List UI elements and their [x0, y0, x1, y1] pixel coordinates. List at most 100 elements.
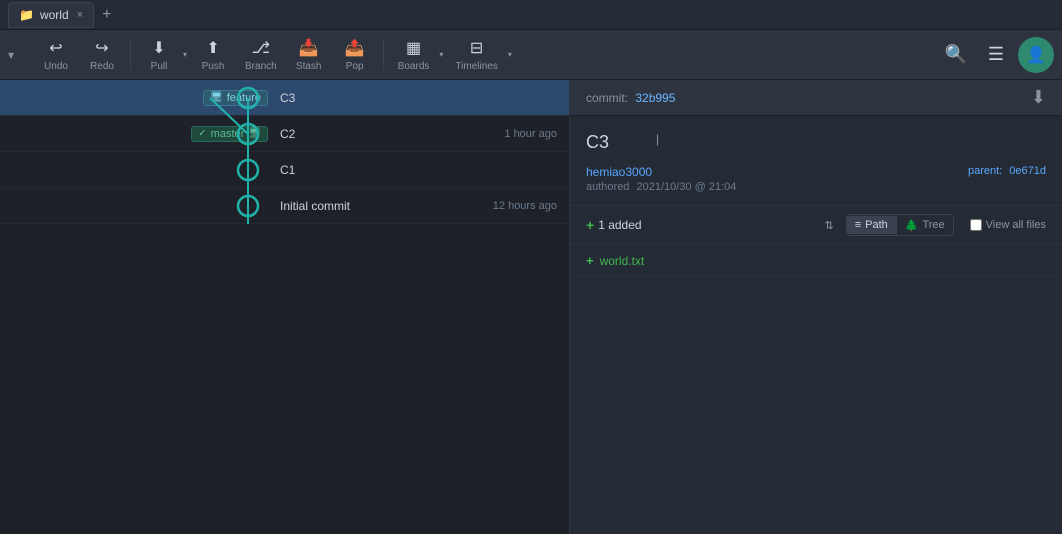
authored-label: authored [586, 181, 629, 193]
path-list-icon: ≡ [855, 219, 861, 231]
push-label: Push [202, 61, 225, 72]
commit-detail: | C3 hemiao3000 authored 2021/10/30 @ 21… [570, 116, 1062, 206]
feature-branch-label[interactable]: 🖥 feature [203, 90, 268, 106]
commit-row-c2[interactable]: ✓ master 🖥 C2 1 hour ago [0, 116, 569, 152]
branch-icon: ⎇ [252, 38, 270, 58]
git-graph-container: 🖥 feature C3 ✓ master 🖥 [0, 80, 569, 534]
master-branch-label[interactable]: ✓ master 🖥 [191, 126, 268, 142]
main-content: 🖥 feature C3 ✓ master 🖥 [0, 80, 1062, 534]
redo-icon: ↪ [95, 38, 108, 58]
commit-time-c2: 1 hour ago [504, 128, 557, 140]
left-panel: 🖥 feature C3 ✓ master 🖥 [0, 80, 570, 534]
file-list: + world.txt [570, 245, 1062, 277]
pull-dropdown-arrow[interactable]: ▾ [181, 33, 189, 77]
commit-meta: hemiao3000 authored 2021/10/30 @ 21:04 p… [586, 165, 1046, 193]
branch-computer-icon: 🖥 [210, 92, 223, 103]
tree-label: Tree [922, 219, 944, 231]
right-panel: commit: 32b995 ⬇ | C3 hemiao3000 authore… [570, 80, 1062, 534]
path-view-button[interactable]: ≡ Path [847, 216, 896, 234]
master-label-text: master [211, 128, 245, 140]
boards-icon: ▦ [406, 38, 421, 58]
pull-label: Pull [151, 61, 168, 72]
undo-icon: ↩ [49, 38, 62, 58]
commit-label-text: commit: [586, 91, 628, 105]
boards-button[interactable]: ▦ Boards [390, 33, 438, 77]
tab-title: world [40, 8, 69, 22]
timelines-dropdown-arrow[interactable]: ▾ [506, 33, 514, 77]
view-toggle: ≡ Path 🌲 Tree [846, 214, 954, 236]
search-icon: 🔍 [945, 44, 967, 65]
avatar-button[interactable]: 👤 [1018, 37, 1054, 73]
divider-2 [383, 40, 384, 70]
commit-title-area: | C3 [586, 132, 1046, 153]
commit-row-initial[interactable]: Initial commit 12 hours ago [0, 188, 569, 224]
branch-button[interactable]: ⎇ Branch [237, 33, 285, 77]
commit-parent: parent: 0e671d [968, 165, 1046, 177]
files-header: + 1 added ⇅ ≡ Path 🌲 Tree View all file [570, 206, 1062, 245]
commit-row-c1[interactable]: C1 [0, 152, 569, 188]
checkmark-icon: ✓ [198, 128, 206, 139]
pull-button[interactable]: ⬇ Pull [137, 33, 181, 77]
commit-message-c2: C2 [280, 127, 496, 141]
boards-group: ▦ Boards ▾ [390, 33, 446, 77]
timelines-icon: ⊟ [470, 38, 483, 58]
pull-icon: ⬇ [152, 38, 165, 58]
pull-group: ⬇ Pull ▾ [137, 33, 189, 77]
download-button[interactable]: ⬇ [1031, 87, 1046, 108]
title-bar: 📁 world × + [0, 0, 1062, 30]
branch-label: Branch [245, 61, 277, 72]
sort-button[interactable]: ⇅ [820, 217, 837, 234]
toolbar: ▾ ↩ Undo ↪ Redo ⬇ Pull ▾ ⬆ Push ⎇ Branch… [0, 30, 1062, 80]
timelines-label: Timelines [455, 61, 497, 72]
avatar-icon: 👤 [1026, 45, 1046, 65]
undo-label: Undo [44, 61, 68, 72]
commit-hash-value: 32b995 [635, 91, 675, 105]
file-added-icon: + [586, 253, 594, 268]
master-computer-icon: 🖥 [248, 128, 261, 139]
chevron-down-icon: ▾ [8, 48, 14, 62]
menu-icon: ☰ [988, 44, 1004, 65]
path-label: Path [865, 219, 888, 231]
push-button[interactable]: ⬆ Push [191, 33, 235, 77]
tree-view-button[interactable]: 🌲 Tree [897, 216, 953, 235]
added-plus-icon: + [586, 217, 594, 233]
commit-row-c3[interactable]: 🖥 feature C3 [0, 80, 569, 116]
author-name: hemiao3000 [586, 165, 736, 179]
feature-label-text: feature [227, 92, 261, 104]
author-date-value: 2021/10/30 @ 21:04 [637, 181, 737, 193]
undo-button[interactable]: ↩ Undo [34, 33, 78, 77]
boards-dropdown-arrow[interactable]: ▾ [437, 33, 445, 77]
add-tab-button[interactable]: + [98, 6, 115, 24]
stash-icon: 📥 [299, 38, 319, 58]
commit-header: commit: 32b995 ⬇ [570, 80, 1062, 116]
search-button[interactable]: 🔍 [938, 37, 974, 73]
menu-button[interactable]: ☰ [978, 37, 1014, 73]
file-item-world-txt[interactable]: + world.txt [570, 245, 1062, 277]
pop-button[interactable]: 📤 Pop [333, 33, 377, 77]
sort-icon: ⇅ [824, 219, 833, 232]
pop-label: Pop [346, 61, 364, 72]
commit-title: C3 [586, 132, 1046, 153]
commit-author: hemiao3000 authored 2021/10/30 @ 21:04 [586, 165, 736, 193]
parent-label: parent: [968, 165, 1002, 177]
pop-icon: 📤 [345, 38, 365, 58]
world-tab[interactable]: 📁 world × [8, 2, 94, 28]
commit-message-c3: C3 [280, 91, 557, 105]
files-count-text: 1 added [598, 218, 641, 232]
toolbar-right: 🔍 ☰ 👤 [938, 37, 1054, 73]
tab-close-button[interactable]: × [77, 9, 83, 21]
view-all-label[interactable]: View all files [970, 219, 1046, 231]
commit-message-c1: C1 [280, 163, 557, 177]
redo-button[interactable]: ↪ Redo [80, 33, 124, 77]
timelines-button[interactable]: ⊟ Timelines [447, 33, 505, 77]
graph-area-c3: 🖥 feature [0, 90, 280, 106]
parent-hash: 0e671d [1009, 165, 1046, 177]
commit-message-initial: Initial commit [280, 199, 485, 213]
stash-label: Stash [296, 61, 322, 72]
view-all-checkbox[interactable] [970, 219, 982, 231]
branch-selector-arrow[interactable]: ▾ [8, 40, 28, 70]
redo-label: Redo [90, 61, 114, 72]
file-name: world.txt [600, 254, 645, 268]
author-date: authored 2021/10/30 @ 21:04 [586, 181, 736, 193]
stash-button[interactable]: 📥 Stash [287, 33, 331, 77]
